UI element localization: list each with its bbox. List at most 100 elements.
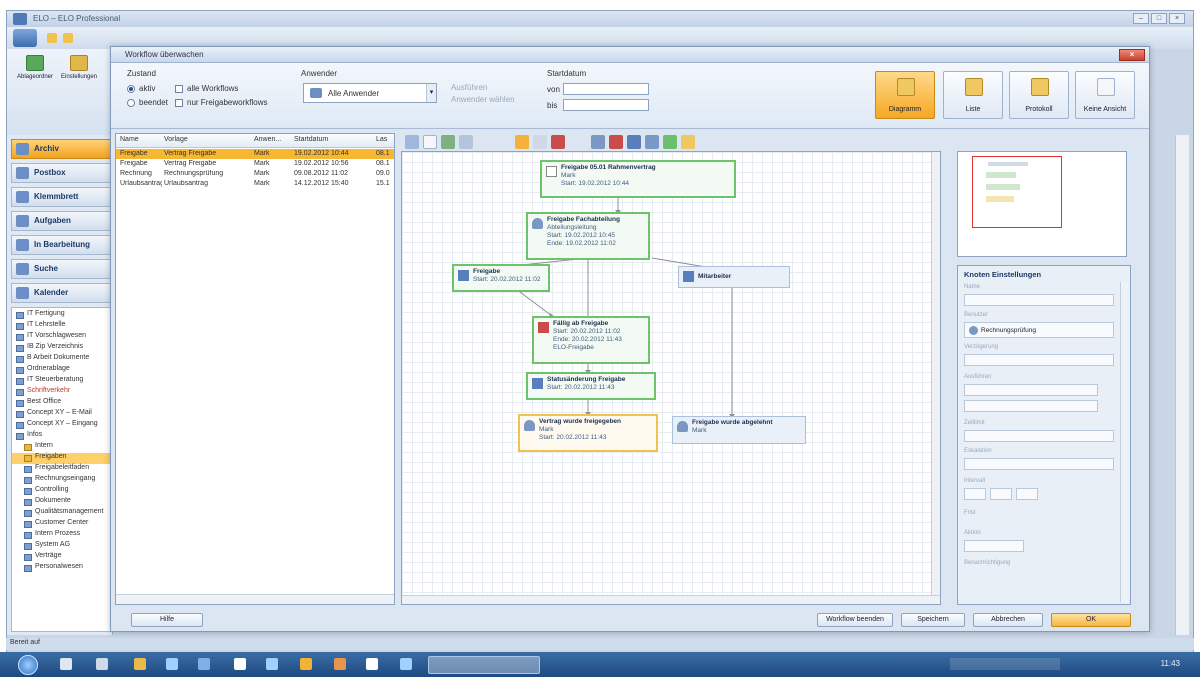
overview-viewport[interactable] <box>972 156 1062 228</box>
sidebar-item-aufgaben[interactable]: Aufgaben <box>11 211 111 231</box>
delete-icon[interactable] <box>551 135 565 149</box>
system-tray[interactable] <box>950 658 1060 670</box>
tree-item[interactable]: Intern Prozess <box>12 530 110 541</box>
table-row[interactable]: Urlaubsantrag Urlaubsantrag Mark 14.12.2… <box>116 179 394 189</box>
canvas-horizontal-scrollbar[interactable] <box>402 595 940 604</box>
app-menu-button[interactable] <box>13 29 37 47</box>
chevron-down-icon[interactable]: ▾ <box>426 84 436 102</box>
tree-item[interactable]: Rechnungseingang <box>12 475 110 486</box>
radio-finished[interactable] <box>127 99 135 107</box>
prop-user-select[interactable]: Rechnungsprüfung <box>964 322 1114 338</box>
from-date-field[interactable] <box>563 83 649 95</box>
tree-item[interactable]: System AG <box>12 541 110 552</box>
workflow-node-employee[interactable]: Mitarbeiter <box>678 266 790 288</box>
workflow-node-department[interactable]: Freigabe Fachabteilung Abteilungsleitung… <box>526 212 650 260</box>
sidebar-item-suche[interactable]: Suche <box>11 259 111 279</box>
props-scrollbar[interactable] <box>1120 282 1128 602</box>
prop-timelimit-field[interactable] <box>964 430 1114 442</box>
sidebar-item-archiv[interactable]: Archiv <box>11 139 111 159</box>
taskbar-app-icon[interactable] <box>60 658 72 670</box>
taskbar-app-icon[interactable] <box>400 658 412 670</box>
zoom-icon[interactable] <box>441 135 455 149</box>
tree-item[interactable]: Qualitätsmanagement <box>12 508 110 519</box>
tree-item[interactable]: Schriftverkehr <box>12 387 110 398</box>
taskbar-app-icon[interactable] <box>266 658 278 670</box>
prop-interval-minutes[interactable] <box>1016 488 1038 500</box>
merge-node-icon[interactable] <box>645 135 659 149</box>
print-icon[interactable] <box>459 135 473 149</box>
quick-access-icon[interactable] <box>47 33 57 43</box>
to-date-field[interactable] <box>563 99 649 111</box>
table-row[interactable]: Freigabe Vertrag Freigabe Mark 19.02.201… <box>116 159 394 169</box>
view-none-button[interactable]: Keine Ansicht <box>1075 71 1135 119</box>
cycle-node-icon[interactable] <box>663 135 677 149</box>
connect-tool-icon[interactable] <box>515 135 529 149</box>
ok-button[interactable]: OK <box>1051 613 1131 627</box>
run-link[interactable]: Ausführen <box>451 83 487 92</box>
list-horizontal-scrollbar[interactable] <box>116 594 394 604</box>
save-button[interactable]: Speichern <box>901 613 965 627</box>
checkbox-all-workflows[interactable] <box>175 85 183 93</box>
column-header-template[interactable]: Vorlage <box>164 136 188 143</box>
prop-action-field[interactable] <box>964 540 1024 552</box>
ribbon-button-settings[interactable]: Einstellungen <box>59 55 99 105</box>
tree-item[interactable]: Intern <box>12 442 110 453</box>
taskbar-app-icon[interactable] <box>96 658 108 670</box>
prop-run-field[interactable] <box>964 384 1098 396</box>
taskbar-app-icon[interactable] <box>334 658 346 670</box>
quick-access-icon[interactable] <box>63 33 73 43</box>
tree-item[interactable]: IB Zip Verzeichnis <box>12 343 110 354</box>
choose-user-link[interactable]: Anwender wählen <box>451 95 515 104</box>
column-header-name[interactable]: Name <box>120 136 139 143</box>
tree-item[interactable]: IT Fertigung <box>12 310 110 321</box>
tree-item[interactable]: IT Vorschlagwesen <box>12 332 110 343</box>
tree-item-selected[interactable]: Freigaben <box>12 453 110 464</box>
prop-name-field[interactable] <box>964 294 1114 306</box>
person-node-icon[interactable] <box>591 135 605 149</box>
scissors-icon[interactable] <box>533 135 547 149</box>
tree-item[interactable]: Verträge <box>12 552 110 563</box>
taskbar-app-icon[interactable] <box>166 658 178 670</box>
tree-item[interactable]: IT Lehrstelle <box>12 321 110 332</box>
workflow-node-rejected[interactable]: Freigabe wurde abgelehnt Mark <box>672 416 806 444</box>
tree-item[interactable]: Infos <box>12 431 110 442</box>
taskbar-app-icon[interactable] <box>234 658 246 670</box>
select-tool-icon[interactable] <box>405 135 419 149</box>
column-header-last[interactable]: Las <box>376 136 387 143</box>
user-select[interactable]: Alle Anwender ▾ <box>303 83 437 103</box>
taskbar-app-icon[interactable] <box>134 658 146 670</box>
checkbox-approval-workflows[interactable] <box>175 99 183 107</box>
tree-item[interactable]: IT Steuerberatung <box>12 376 110 387</box>
view-list-button[interactable]: Liste <box>943 71 1003 119</box>
sidebar-item-in-bearbeitung[interactable]: In Bearbeitung <box>11 235 111 255</box>
diagram-overview[interactable] <box>957 151 1127 257</box>
cancel-button[interactable]: Abbrechen <box>973 613 1043 627</box>
flag-node-icon[interactable] <box>609 135 623 149</box>
taskbar-app-icon[interactable] <box>366 658 378 670</box>
split-node-icon[interactable] <box>627 135 641 149</box>
taskbar-active-window[interactable] <box>428 656 540 674</box>
view-protocol-button[interactable]: Protokoll <box>1009 71 1069 119</box>
sidebar-item-postbox[interactable]: Postbox <box>11 163 111 183</box>
canvas-vertical-scrollbar[interactable] <box>931 152 940 604</box>
sidebar-item-klemmbrett[interactable]: Klemmbrett <box>11 187 111 207</box>
prop-run-field-2[interactable] <box>964 400 1098 412</box>
prop-delay-field[interactable] <box>964 354 1114 366</box>
tree-item[interactable]: Concept XY – Eingang <box>12 420 110 431</box>
end-workflow-button[interactable]: Workflow beenden <box>817 613 893 627</box>
view-diagram-button[interactable]: Diagramm <box>875 71 935 119</box>
tree-item[interactable]: B Arbeit Dokumente <box>12 354 110 365</box>
start-button[interactable] <box>18 655 38 675</box>
taskbar-app-icon[interactable] <box>300 658 312 670</box>
help-button[interactable]: Hilfe <box>131 613 203 627</box>
tree-item[interactable]: Dokumente <box>12 497 110 508</box>
tree-item[interactable]: Concept XY – E-Mail <box>12 409 110 420</box>
prop-interval-days[interactable] <box>964 488 986 500</box>
workflow-node-start[interactable]: Freigabe 05.01 Rahmenvertrag Mark Start:… <box>540 160 736 198</box>
column-header-user[interactable]: Anwen... <box>254 136 281 143</box>
prop-interval-hours[interactable] <box>990 488 1012 500</box>
maximize-button[interactable]: □ <box>1151 13 1167 24</box>
sidebar-item-kalender[interactable]: Kalender <box>11 283 111 303</box>
table-row[interactable]: Rechnung Rechnungsprüfung Mark 09.08.201… <box>116 169 394 179</box>
tree-item[interactable]: Freigabeleitfaden <box>12 464 110 475</box>
